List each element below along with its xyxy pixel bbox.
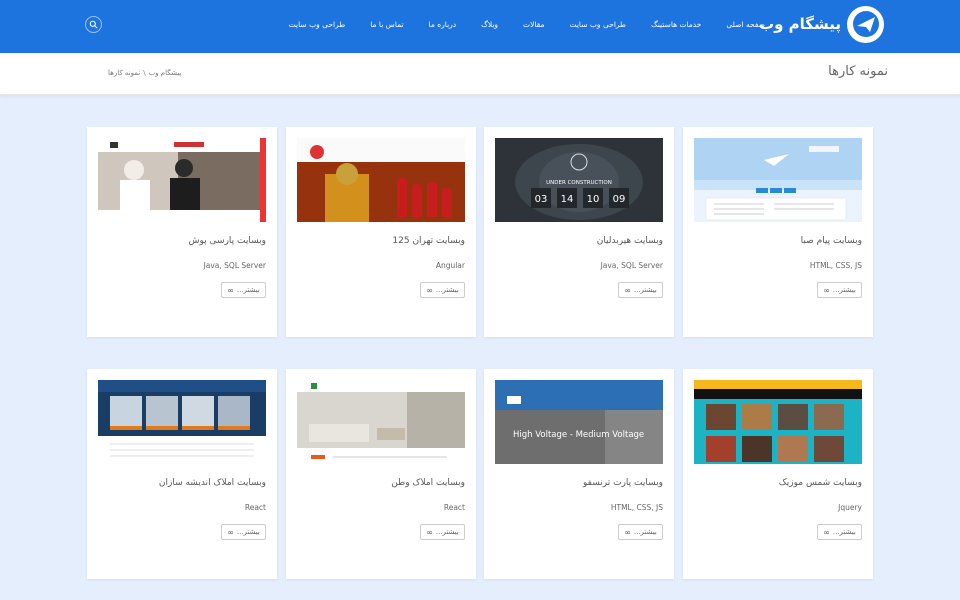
breadcrumb: پیشگام وب \ نمونه کارها — [108, 69, 181, 77]
card-tech: React — [443, 503, 465, 512]
link-icon: ∞ — [227, 527, 234, 537]
link-icon: ∞ — [624, 285, 631, 295]
nav-item-web-design-2[interactable]: طراحی وب سایت — [289, 20, 346, 29]
portfolio-card: UNDER CONSTRUCTION 03 14 10 09 وبسایت هی… — [484, 127, 674, 337]
link-icon: ∞ — [624, 527, 631, 537]
portfolio-card: وبسایت املاک اندیشه سازان React بیشتر...… — [87, 369, 277, 579]
card-tech: React — [244, 503, 266, 512]
more-button[interactable]: بیشتر... ∞ — [221, 524, 266, 540]
card-tech: Angular — [435, 261, 465, 270]
more-button-label: بیشتر... — [832, 286, 856, 294]
countdown-minutes: 10 — [587, 194, 600, 205]
more-button[interactable]: بیشتر... ∞ — [221, 282, 266, 298]
more-button[interactable]: بیشتر... ∞ — [618, 282, 663, 298]
card-thumbnail[interactable] — [694, 380, 862, 464]
nav-item-blog[interactable]: وبلاگ — [481, 20, 498, 29]
nav-item-about[interactable]: درباره ما — [429, 20, 457, 29]
more-button-label: بیشتر... — [435, 286, 459, 294]
voltage-banner-text: High Voltage - Medium Voltage — [513, 430, 644, 440]
breadcrumb-separator: \ — [143, 69, 146, 77]
portfolio-card: وبسایت املاک وطن React بیشتر... ∞ — [286, 369, 476, 579]
more-button-label: بیشتر... — [236, 528, 260, 536]
more-button[interactable]: بیشتر... ∞ — [618, 524, 663, 540]
more-button[interactable]: بیشتر... ∞ — [817, 282, 862, 298]
brand-logo[interactable]: پیشگام وب — [759, 5, 884, 43]
link-icon: ∞ — [823, 527, 830, 537]
card-thumbnail[interactable] — [297, 138, 465, 222]
portfolio-card: High Voltage - Medium Voltage وبسایت پار… — [484, 369, 674, 579]
card-tech: Java, SQL Server — [600, 261, 663, 270]
more-button[interactable]: بیشتر... ∞ — [420, 282, 465, 298]
link-icon: ∞ — [426, 527, 433, 537]
under-construction-text: UNDER CONSTRUCTION — [546, 180, 612, 186]
portfolio-card: وبسایت پیام صبا HTML, CSS, JS بیشتر... ∞ — [683, 127, 873, 337]
main-nav: صفحه اصلی خدمات هاستینگ طراحی وب سایت مق… — [264, 0, 765, 48]
card-title[interactable]: وبسایت املاک وطن — [391, 478, 465, 488]
card-thumbnail[interactable]: High Voltage - Medium Voltage — [495, 380, 663, 464]
portfolio-card: وبسایت تهران 125 Angular بیشتر... ∞ — [286, 127, 476, 337]
card-thumbnail[interactable] — [98, 138, 266, 222]
card-title[interactable]: وبسایت املاک اندیشه سازان — [159, 478, 266, 488]
more-button-label: بیشتر... — [236, 286, 260, 294]
link-icon: ∞ — [227, 285, 234, 295]
nav-item-contact[interactable]: تماس با ما — [370, 20, 403, 29]
countdown-hours: 14 — [561, 194, 574, 205]
page-header: نمونه کارها پیشگام وب \ نمونه کارها — [0, 53, 960, 95]
link-icon: ∞ — [426, 285, 433, 295]
nav-item-web-design[interactable]: طراحی وب سایت — [569, 20, 626, 29]
more-button[interactable]: بیشتر... ∞ — [817, 524, 862, 540]
brand-name: پیشگام وب — [759, 15, 841, 33]
card-tech: HTML, CSS, JS — [610, 503, 663, 512]
card-thumbnail[interactable]: UNDER CONSTRUCTION 03 14 10 09 — [495, 138, 663, 222]
nav-item-home[interactable]: صفحه اصلی — [726, 20, 765, 29]
countdown-days: 03 — [535, 194, 548, 205]
card-title[interactable]: وبسایت هیربدلیان — [597, 236, 663, 246]
link-icon: ∞ — [823, 285, 830, 295]
countdown-seconds: 09 — [613, 194, 626, 205]
card-title[interactable]: وبسایت تهران 125 — [392, 236, 465, 246]
logo-mark-icon — [847, 5, 884, 43]
more-button-label: بیشتر... — [435, 528, 459, 536]
card-tech: Jquery — [838, 503, 862, 512]
nav-item-articles[interactable]: مقالات — [523, 20, 544, 29]
portfolio-card: وبسایت پارسی پوش Java, SQL Server بیشتر.… — [87, 127, 277, 337]
top-navbar: پیشگام وب صفحه اصلی خدمات هاستینگ طراحی … — [0, 0, 960, 53]
more-button-label: بیشتر... — [633, 286, 657, 294]
card-thumbnail[interactable] — [98, 380, 266, 464]
page-title: نمونه کارها — [828, 64, 888, 79]
search-button[interactable] — [85, 16, 102, 33]
card-title[interactable]: وبسایت پارسی پوش — [189, 236, 266, 246]
more-button[interactable]: بیشتر... ∞ — [420, 524, 465, 540]
card-title[interactable]: وبسایت پارت ترنسفو — [583, 478, 663, 488]
card-thumbnail[interactable] — [694, 138, 862, 222]
card-title[interactable]: وبسایت شمس موزیک — [779, 478, 862, 488]
card-title[interactable]: وبسایت پیام صبا — [801, 236, 862, 246]
more-button-label: بیشتر... — [633, 528, 657, 536]
breadcrumb-current: نمونه کارها — [108, 69, 141, 77]
more-button-label: بیشتر... — [832, 528, 856, 536]
search-icon — [89, 20, 98, 29]
portfolio-card: وبسایت شمس موزیک Jquery بیشتر... ∞ — [683, 369, 873, 579]
card-tech: Java, SQL Server — [203, 261, 266, 270]
card-tech: HTML, CSS, JS — [809, 261, 862, 270]
breadcrumb-home[interactable]: پیشگام وب — [149, 69, 182, 77]
card-thumbnail[interactable] — [297, 380, 465, 464]
nav-item-hosting[interactable]: خدمات هاستینگ — [651, 20, 701, 29]
